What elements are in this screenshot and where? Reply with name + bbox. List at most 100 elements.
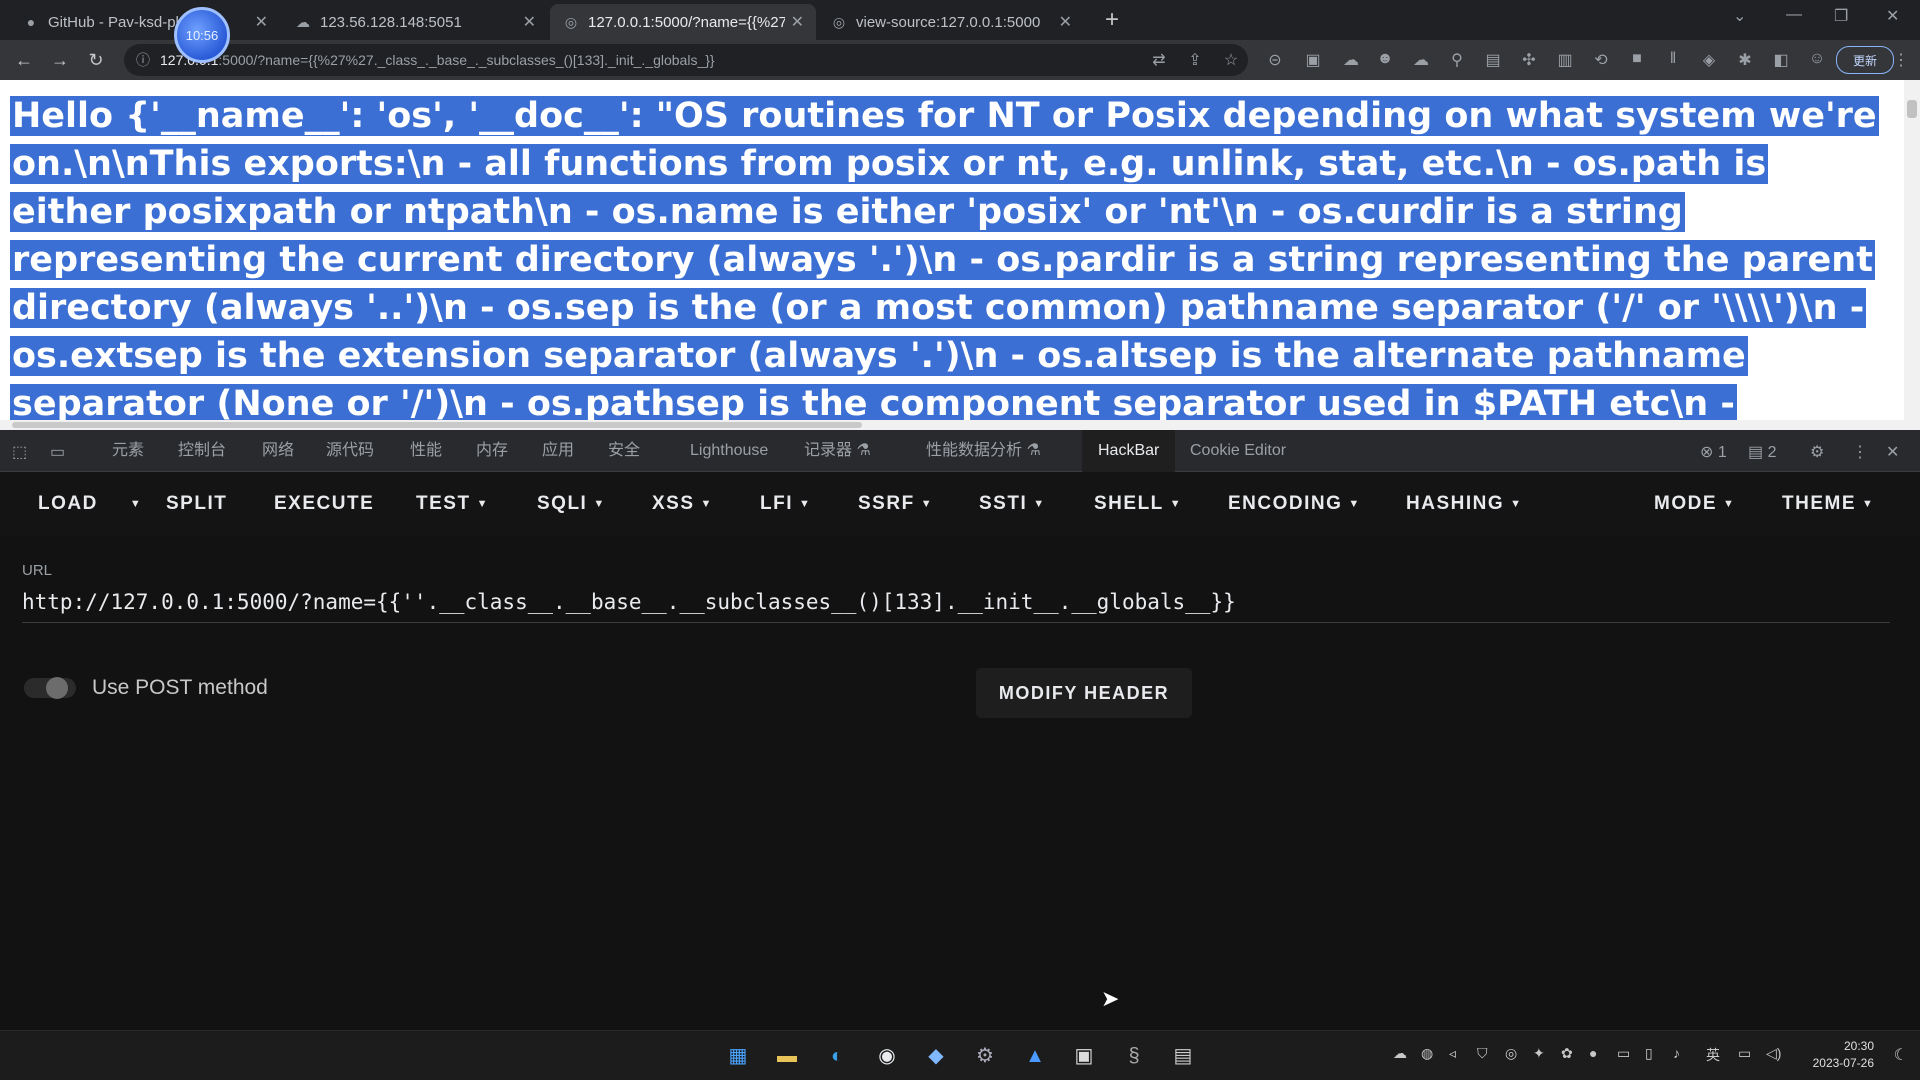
inspect-element-icon[interactable]: ⬚ bbox=[12, 442, 27, 462]
menu-encoding[interactable]: ENCODING ▼ bbox=[1228, 472, 1361, 536]
menu-mode[interactable]: MODE ▼ bbox=[1654, 472, 1735, 536]
settings-gear-icon[interactable]: ⚙ bbox=[1810, 442, 1824, 462]
start-menu-icon[interactable]: ▦ bbox=[723, 1041, 753, 1071]
menu-xss[interactable]: XSS ▼ bbox=[652, 472, 713, 536]
menu-ssrf[interactable]: SSRF ▼ bbox=[858, 472, 933, 536]
address-bar[interactable]: ⓘ 127.0.0.1:5000/?name={{%27%27._class_.… bbox=[124, 44, 1248, 76]
reload-button[interactable]: ↻ bbox=[82, 46, 110, 74]
extension-icon[interactable]: ☁ bbox=[1410, 50, 1432, 70]
new-tab-button[interactable]: + bbox=[1098, 6, 1126, 34]
side-panel-icon[interactable]: ◧ bbox=[1770, 50, 1792, 70]
close-tab-icon[interactable]: ✕ bbox=[255, 12, 268, 32]
devtools-tab-cookie-editor[interactable]: Cookie Editor bbox=[1190, 430, 1286, 472]
extension-icon[interactable]: ■ bbox=[1626, 50, 1648, 68]
steam-icon[interactable]: ⚙ bbox=[970, 1041, 1000, 1071]
tray-app-icon[interactable]: ▭ bbox=[1617, 1045, 1630, 1062]
menu-hashing[interactable]: HASHING ▼ bbox=[1406, 472, 1523, 536]
devtools-tab-elements[interactable]: 元素 bbox=[112, 430, 144, 472]
devtools-tab-memory[interactable]: 内存 bbox=[476, 430, 508, 472]
devtools-tab-application[interactable]: 应用 bbox=[542, 430, 574, 472]
close-window-button[interactable]: ✕ bbox=[1886, 6, 1899, 26]
devtools-tab-lighthouse[interactable]: Lighthouse bbox=[690, 430, 768, 472]
tray-app-icon[interactable]: ◍ bbox=[1421, 1045, 1433, 1062]
url-input[interactable] bbox=[22, 582, 1890, 623]
modify-header-button[interactable]: MODIFY HEADER bbox=[976, 668, 1192, 718]
network-icon[interactable]: ▭ bbox=[1738, 1045, 1751, 1062]
tab-view-source[interactable]: ◎ view-source:127.0.0.1:5000 ✕ bbox=[818, 4, 1084, 40]
puzzle-icon[interactable]: ✱ bbox=[1734, 50, 1756, 70]
chevron-down-icon[interactable]: ▼ bbox=[130, 498, 142, 510]
document-icon[interactable]: ▤ bbox=[1168, 1041, 1198, 1071]
tray-app-icon[interactable]: ◃ bbox=[1449, 1045, 1456, 1062]
extension-icon[interactable]: ⟲ bbox=[1590, 50, 1612, 70]
tab-github[interactable]: ● GitHub - Pav-ksd-pl...es ✕ bbox=[10, 4, 280, 40]
microphone-icon[interactable]: ♪ bbox=[1673, 1045, 1680, 1061]
devtools-tab-recorder[interactable]: 记录器 ⚗ bbox=[804, 430, 871, 472]
message-count-icon[interactable]: ▤ 2 bbox=[1748, 442, 1776, 462]
close-tab-icon[interactable]: ✕ bbox=[523, 12, 536, 32]
translate-icon[interactable]: ⇄ bbox=[1148, 50, 1170, 70]
vertical-scrollbar[interactable] bbox=[1904, 80, 1920, 430]
update-button[interactable]: 更新 bbox=[1836, 46, 1894, 74]
extension-icon[interactable]: ▤ bbox=[1482, 50, 1504, 70]
share-icon[interactable]: ⇪ bbox=[1184, 50, 1206, 70]
menu-ssti[interactable]: SSTI ▼ bbox=[979, 472, 1046, 536]
forward-button[interactable]: → bbox=[46, 46, 74, 74]
system-clock[interactable]: 20:30 2023-07-26 bbox=[1813, 1038, 1874, 1072]
extension-icon[interactable]: ☁ bbox=[1340, 50, 1362, 70]
extension-icon[interactable]: ▣ bbox=[1302, 50, 1324, 70]
devtools-tab-network[interactable]: 网络 bbox=[262, 430, 294, 472]
notification-icon[interactable]: ☾ bbox=[1894, 1045, 1908, 1065]
menu-kebab-icon[interactable]: ⋮ bbox=[1890, 50, 1912, 70]
devtools-tab-performance-insights[interactable]: 性能数据分析 ⚗ bbox=[926, 430, 1041, 472]
tab-search-icon[interactable]: ⌄ bbox=[1733, 6, 1746, 26]
close-devtools-icon[interactable]: ✕ bbox=[1886, 442, 1899, 462]
tray-app-icon[interactable]: ▯ bbox=[1645, 1045, 1653, 1062]
file-explorer-icon[interactable]: ▬ bbox=[772, 1041, 802, 1071]
tray-app-icon[interactable]: ◎ bbox=[1505, 1045, 1517, 1062]
menu-execute[interactable]: EXECUTE bbox=[274, 472, 374, 536]
extension-icon[interactable]: ◈ bbox=[1698, 50, 1720, 70]
profile-icon[interactable]: ☺ bbox=[1806, 50, 1828, 68]
horizontal-scrollbar[interactable] bbox=[0, 420, 1904, 430]
tray-app-icon[interactable]: ☁ bbox=[1393, 1045, 1407, 1062]
post-method-toggle[interactable] bbox=[24, 677, 76, 699]
menu-load[interactable]: LOAD ▼ bbox=[38, 472, 142, 536]
menu-split[interactable]: SPLIT bbox=[166, 472, 227, 536]
extension-icon[interactable]: ▥ bbox=[1554, 50, 1576, 70]
devtools-tab-performance[interactable]: 性能 bbox=[410, 430, 442, 472]
extension-icon[interactable]: ☻ bbox=[1374, 50, 1396, 68]
tab-active-localhost[interactable]: ◎ 127.0.0.1:5000/?name={{%27 ✕ bbox=[550, 4, 816, 40]
error-count-icon[interactable]: ⊗ 1 bbox=[1700, 442, 1727, 462]
menu-theme[interactable]: THEME ▼ bbox=[1782, 472, 1874, 536]
extension-icon[interactable]: ⊝ bbox=[1264, 50, 1286, 70]
close-tab-icon[interactable]: ✕ bbox=[1059, 12, 1072, 32]
devtools-tab-security[interactable]: 安全 bbox=[608, 430, 640, 472]
extension-icon[interactable]: ⚲ bbox=[1446, 50, 1468, 70]
security-shield-icon[interactable]: ⛉ bbox=[1477, 1045, 1488, 1062]
tab-server[interactable]: ☁ 123.56.128.148:5051 ✕ bbox=[282, 4, 548, 40]
tray-app-icon[interactable]: ● bbox=[1589, 1045, 1597, 1061]
edge-browser-icon[interactable]: ◐ bbox=[822, 1041, 852, 1071]
app-icon[interactable]: ◆ bbox=[921, 1041, 951, 1071]
chrome-browser-icon[interactable]: ◉ bbox=[872, 1041, 902, 1071]
device-toolbar-icon[interactable]: ▭ bbox=[50, 442, 65, 462]
devtools-tab-sources[interactable]: 源代码 bbox=[326, 430, 374, 472]
menu-lfi[interactable]: LFI ▼ bbox=[760, 472, 811, 536]
site-info-icon[interactable]: ⓘ bbox=[136, 50, 150, 70]
devtools-tab-console[interactable]: 控制台 bbox=[178, 430, 226, 472]
sublime-icon[interactable]: § bbox=[1119, 1041, 1149, 1071]
menu-test[interactable]: TEST ▼ bbox=[416, 472, 489, 536]
menu-sqli[interactable]: SQLI ▼ bbox=[537, 472, 606, 536]
back-button[interactable]: ← bbox=[10, 46, 38, 74]
pycharm-icon[interactable]: ▣ bbox=[1069, 1041, 1099, 1071]
tray-app-icon[interactable]: ✿ bbox=[1561, 1045, 1573, 1062]
menu-shell[interactable]: SHELL ▼ bbox=[1094, 472, 1182, 536]
close-tab-icon[interactable]: ✕ bbox=[791, 12, 804, 32]
bookmark-star-icon[interactable]: ☆ bbox=[1220, 50, 1242, 70]
input-language[interactable]: 英 bbox=[1706, 1045, 1720, 1065]
extension-icon[interactable]: ‖ bbox=[1662, 50, 1684, 68]
recording-timer-bubble[interactable]: 10:56 bbox=[174, 7, 230, 63]
volume-icon[interactable]: ◁) bbox=[1766, 1045, 1781, 1062]
tray-app-icon[interactable]: ✦ bbox=[1533, 1045, 1545, 1062]
